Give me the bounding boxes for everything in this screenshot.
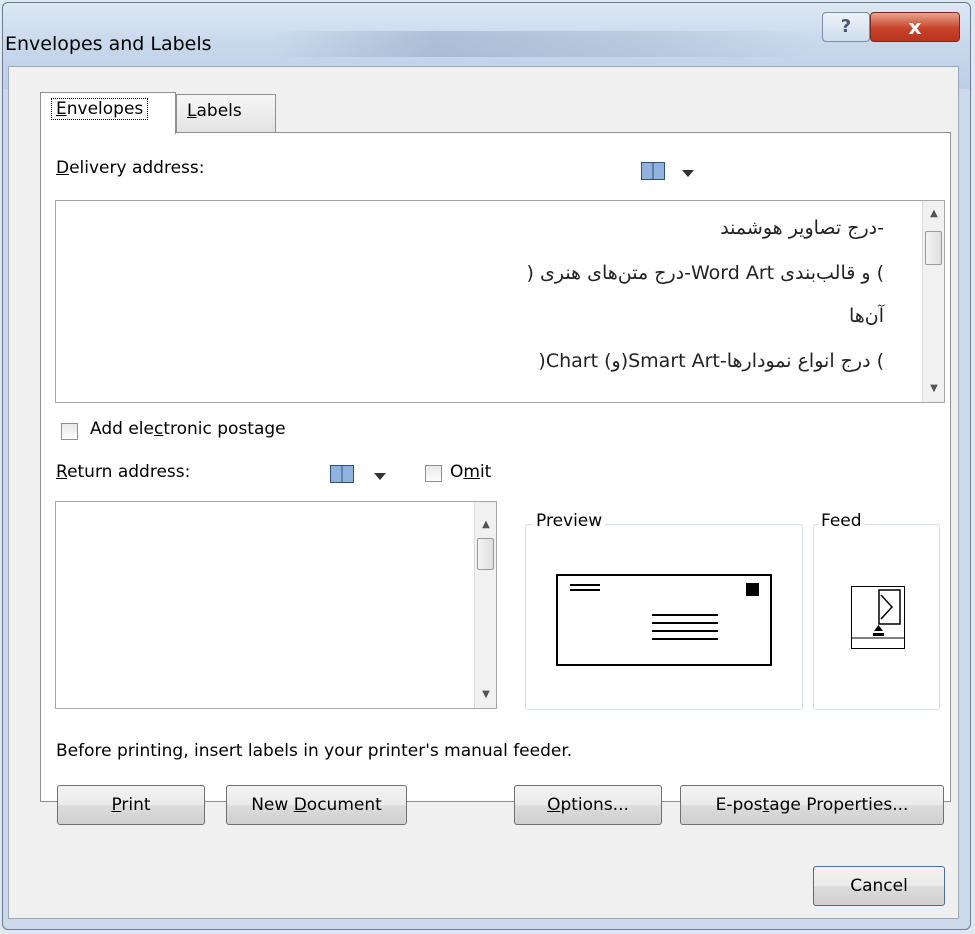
envelope-address-line <box>652 622 718 624</box>
address-book-icon[interactable] <box>330 465 354 483</box>
add-electronic-postage-label: Add electronic postage <box>90 419 286 439</box>
envelope-address-line <box>652 638 718 640</box>
manual-feeder-notice: Before printing, insert labels in your p… <box>56 741 573 761</box>
scroll-down-arrow-icon[interactable]: ▼ <box>475 684 497 706</box>
tab-envelopes[interactable]: Envelopes <box>40 92 176 134</box>
delivery-address-field[interactable]: -درج تصاوير هوشمند ) و قالب‌بندی Word Ar… <box>55 200 945 403</box>
scroll-down-arrow-icon[interactable]: ▼ <box>923 378 945 400</box>
return-address-field[interactable]: ▲ ▼ <box>55 501 497 709</box>
dialog-title: Envelopes and Labels <box>5 33 212 55</box>
delivery-address-line: -درج تصاوير هوشمند <box>720 217 884 239</box>
tab-envelopes-label: Envelopes <box>51 98 149 120</box>
delivery-address-line: آن‌ها <box>848 305 884 327</box>
chevron-down-icon[interactable] <box>374 473 386 480</box>
preview-title: Preview <box>533 511 606 531</box>
scrollbar-thumb[interactable] <box>477 538 494 570</box>
delivery-address-line: ) درج انواع نمودارها-Smart Art(و) Chart( <box>538 350 884 372</box>
omit-label: Omit <box>450 462 492 482</box>
envelope-address-line <box>652 614 718 616</box>
feed-method-image[interactable] <box>851 586 905 649</box>
omit-checkbox[interactable] <box>425 465 442 482</box>
feed-title: Feed <box>818 511 865 531</box>
close-button[interactable]: x <box>870 12 960 42</box>
title-bar-glass <box>273 31 813 57</box>
scrollbar-thumb[interactable] <box>925 231 942 265</box>
chevron-down-icon[interactable] <box>682 170 694 177</box>
envelope-address-line <box>652 630 718 632</box>
return-address-label: Return address: <box>56 462 191 482</box>
delivery-address-scrollbar[interactable]: ▲ ▼ <box>922 201 944 402</box>
options-button[interactable]: Options... <box>514 785 662 825</box>
envelope-preview-image[interactable] <box>556 574 772 666</box>
stamp-icon <box>746 583 759 596</box>
envelope-return-line <box>570 584 600 586</box>
tab-labels[interactable]: Labels <box>176 94 276 132</box>
delivery-address-line: ) و قالب‌بندی Word Art-درج متن‌های هنری … <box>526 262 884 284</box>
address-book-icon[interactable] <box>641 162 665 180</box>
add-electronic-postage-checkbox[interactable] <box>61 423 78 440</box>
help-button[interactable]: ? <box>822 12 870 42</box>
new-document-button[interactable]: New Document <box>226 785 407 825</box>
envelope-return-line <box>570 589 600 591</box>
tab-labels-label: Labels <box>187 101 242 121</box>
envelope-feed-icon <box>852 589 904 639</box>
delivery-address-label: Delivery address: <box>56 158 205 178</box>
scroll-up-arrow-icon[interactable]: ▲ <box>923 203 945 225</box>
scroll-up-arrow-icon[interactable]: ▲ <box>475 514 497 536</box>
return-address-scrollbar[interactable]: ▲ ▼ <box>474 502 496 708</box>
e-postage-properties-button[interactable]: E-postage Properties... <box>680 785 944 825</box>
print-button[interactable]: Print <box>57 785 205 825</box>
cancel-button[interactable]: Cancel <box>813 866 945 906</box>
